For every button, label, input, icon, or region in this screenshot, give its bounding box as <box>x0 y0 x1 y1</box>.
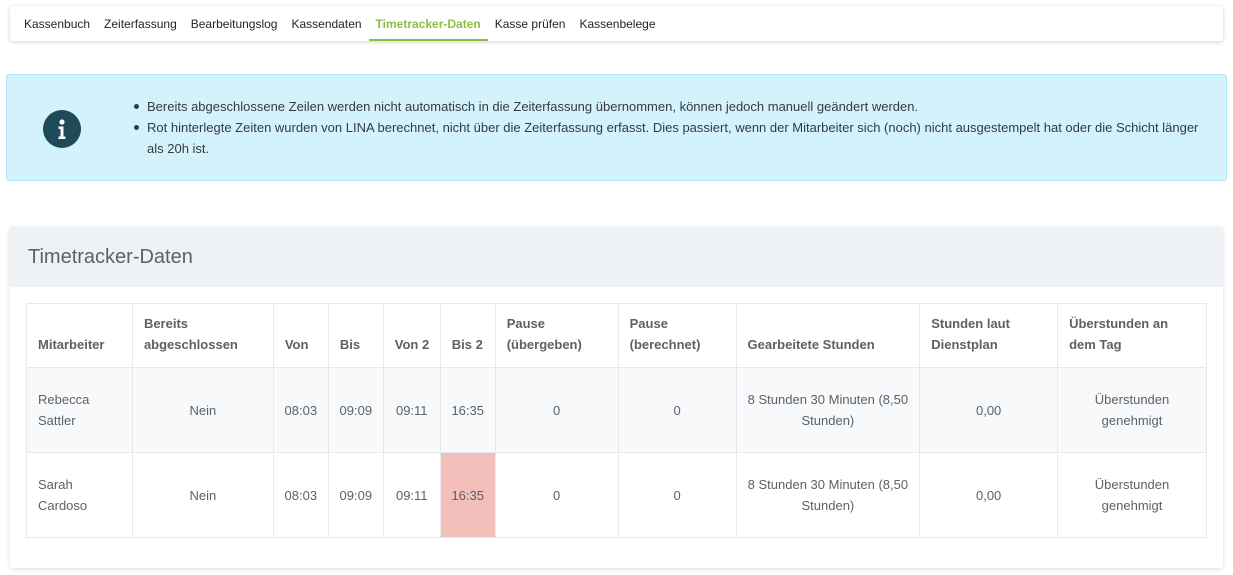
col-bereits-abgeschlossen: Bereits abgeschlossen <box>131 303 274 368</box>
table-row[interactable]: Rebecca Sattler Nein 08:03 09:09 09:11 1… <box>26 367 1207 453</box>
cell-dienstplan: 0,00 <box>919 367 1059 453</box>
col-mitarbeiter: Mitarbeiter <box>26 303 133 368</box>
tab-bar: Kassenbuch Zeiterfassung Bearbeitungslog… <box>10 6 1223 41</box>
timetracker-table: Mitarbeiter Bereits abgeschlossen Von Bi… <box>26 303 1207 538</box>
cell-mitarbeiter: Rebecca Sattler <box>26 367 133 453</box>
info-alert: Bereits abgeschlossene Zeilen werden nic… <box>6 74 1227 181</box>
cell-von-2: 09:11 <box>382 452 441 538</box>
col-von-2: Von 2 <box>382 303 441 368</box>
cell-gearbeitet: 8 Stunden 30 Minuten (8,50 Stunden) <box>735 367 921 453</box>
col-von: Von <box>272 303 329 368</box>
cell-von: 08:03 <box>272 452 329 538</box>
timetracker-card: Timetracker-Daten Mitarbeiter Bereits ab… <box>10 227 1223 568</box>
cell-gearbeitet: 8 Stunden 30 Minuten (8,50 Stunden) <box>735 452 921 538</box>
cell-bis-2-calculated: 16:35 <box>439 452 496 538</box>
tab-kassenbuch[interactable]: Kassenbuch <box>17 6 97 41</box>
tab-bearbeitungslog[interactable]: Bearbeitungslog <box>184 6 285 41</box>
cell-bis-2: 16:35 <box>439 367 496 453</box>
table-header-row: Mitarbeiter Bereits abgeschlossen Von Bi… <box>26 303 1207 368</box>
info-circle-icon <box>43 110 81 148</box>
cell-pause-berechnet: 0 <box>617 367 737 453</box>
col-ueberstunden: Überstunden an dem Tag <box>1057 303 1207 368</box>
table-row[interactable]: Sarah Cardoso Nein 08:03 09:09 09:11 16:… <box>26 452 1207 538</box>
cell-pause-uebergeben: 0 <box>494 367 619 453</box>
cell-von: 08:03 <box>272 367 329 453</box>
cell-bis: 09:09 <box>327 367 384 453</box>
col-pause-berechnet: Pause (berechnet) <box>617 303 737 368</box>
tab-kasse-pruefen[interactable]: Kasse prüfen <box>488 6 573 41</box>
cell-mitarbeiter: Sarah Cardoso <box>26 452 133 538</box>
cell-abgeschlossen: Nein <box>131 367 274 453</box>
card-title: Timetracker-Daten <box>28 245 193 268</box>
info-bullet-2: Rot hinterlegte Zeiten wurden von LINA b… <box>134 117 1207 159</box>
tab-kassendaten[interactable]: Kassendaten <box>284 6 368 41</box>
cell-von-2: 09:11 <box>382 367 441 453</box>
tab-kassenbelege[interactable]: Kassenbelege <box>572 6 662 41</box>
cell-pause-uebergeben: 0 <box>494 452 619 538</box>
info-list: Bereits abgeschlossene Zeilen werden nic… <box>134 96 1207 159</box>
col-pause-uebergeben: Pause (übergeben) <box>494 303 619 368</box>
cell-abgeschlossen: Nein <box>131 452 274 538</box>
col-stunden-dienstplan: Stunden laut Dienstplan <box>919 303 1059 368</box>
cell-ueberstunden: Überstunden genehmigt <box>1057 452 1207 538</box>
cell-pause-berechnet: 0 <box>617 452 737 538</box>
cell-ueberstunden: Überstunden genehmigt <box>1057 367 1207 453</box>
col-bis: Bis <box>327 303 384 368</box>
tab-zeiterfassung[interactable]: Zeiterfassung <box>97 6 184 41</box>
col-bis-2: Bis 2 <box>439 303 496 368</box>
info-bullet-1: Bereits abgeschlossene Zeilen werden nic… <box>134 96 1207 117</box>
col-gearbeitete-stunden: Gearbeitete Stunden <box>735 303 921 368</box>
cell-bis: 09:09 <box>327 452 384 538</box>
cell-dienstplan: 0,00 <box>919 452 1059 538</box>
card-header: Timetracker-Daten <box>10 227 1223 287</box>
tab-timetracker-daten[interactable]: Timetracker-Daten <box>368 6 488 41</box>
